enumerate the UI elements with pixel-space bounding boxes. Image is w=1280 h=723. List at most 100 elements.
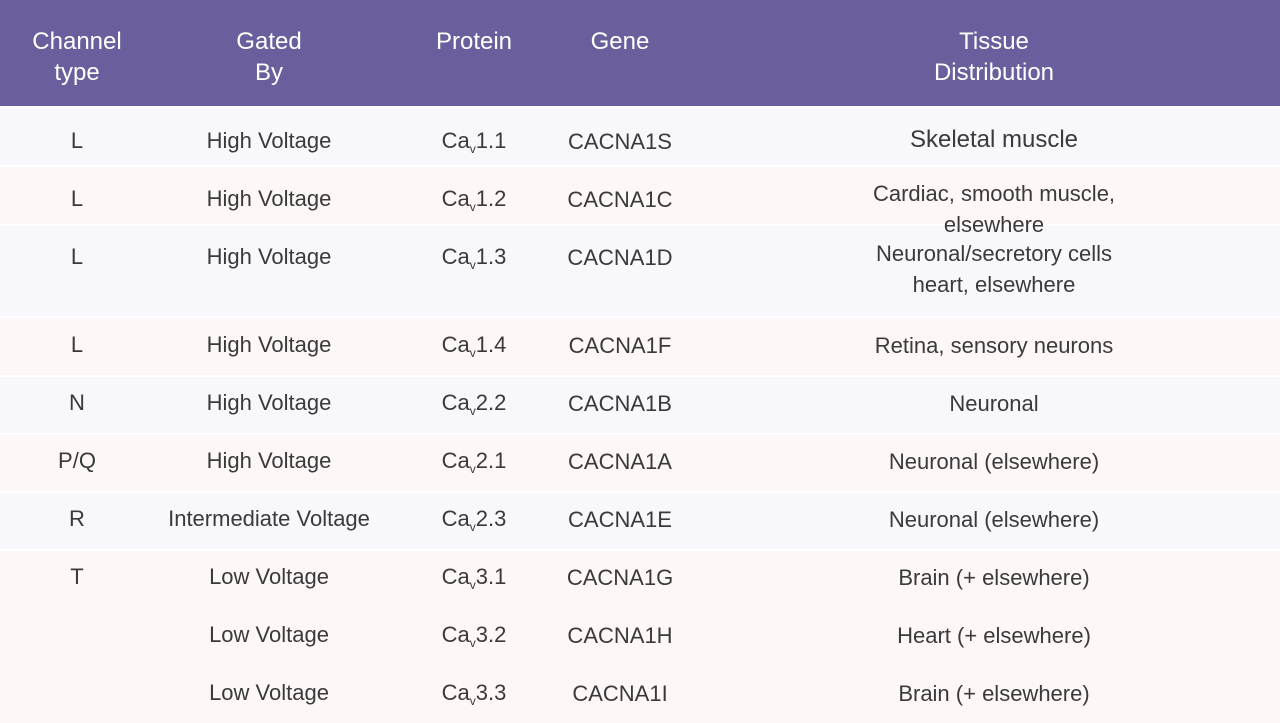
tissue-distribution: Brain (+ elsewhere)	[898, 565, 1090, 590]
gated-by: Low Voltage	[209, 622, 329, 647]
channel-type-cell: T	[70, 561, 83, 592]
gene: CACNA1S	[568, 129, 672, 154]
gene-cell: CACNA1I	[572, 678, 667, 709]
protein-number: 1.3	[475, 244, 507, 269]
gated-by-cell: Low Voltage	[209, 619, 329, 650]
header-channel-type: Channel type	[32, 28, 122, 86]
protein-number: 1.2	[475, 186, 507, 211]
protein-base: Ca	[441, 448, 470, 473]
gated-by: High Voltage	[206, 390, 332, 415]
header-gene: Gene	[590, 28, 650, 55]
gated-by-cell: High Voltage	[207, 445, 332, 476]
protein-cell: Cav1.4	[442, 329, 507, 360]
channel-type-cell: L	[71, 329, 83, 360]
tissue-cell: Neuronal (elsewhere)	[889, 504, 1099, 535]
channel-type: P/Q	[58, 448, 96, 473]
header-tissue: Tissue Distribution	[933, 28, 1055, 86]
gene: CACNA1I	[572, 681, 668, 706]
gated-by: High Voltage	[206, 332, 332, 357]
gene: CACNA1G	[566, 565, 674, 590]
gated-by: High Voltage	[206, 244, 332, 269]
protein-number: 1.1	[475, 128, 507, 153]
gated-by-cell: High Voltage	[207, 183, 332, 214]
gene-cell: CACNA1A	[568, 446, 672, 477]
protein-cell: Cav2.2	[442, 387, 507, 418]
gene-cell: CACNA1G	[567, 562, 673, 593]
channel-type-cell: L	[71, 125, 83, 156]
gated-by: High Voltage	[206, 128, 332, 153]
channel-type: L	[70, 128, 84, 153]
protein-number: 2.2	[475, 390, 507, 415]
tissue-cell: Cardiac, smooth muscle, elsewhere	[851, 178, 1137, 240]
tissue-distribution: Retina, sensory neurons	[874, 333, 1114, 358]
gene-cell: CACNA1D	[567, 242, 672, 273]
gene-cell: CACNA1E	[568, 504, 672, 535]
gated-by: High Voltage	[206, 448, 332, 473]
tissue-cell: Retina, sensory neurons	[875, 330, 1113, 361]
protein-cell: Cav3.3	[442, 677, 507, 708]
protein-number: 2.1	[475, 448, 507, 473]
gene: CACNA1H	[567, 623, 673, 648]
protein-number: 1.4	[475, 332, 507, 357]
gene: CACNA1A	[568, 449, 672, 474]
channel-type: L	[70, 186, 84, 211]
tissue-cell: Skeletal muscle	[910, 124, 1078, 155]
gene: CACNA1D	[567, 245, 673, 270]
gene-cell: CACNA1H	[567, 620, 672, 651]
tissue-cell: Neuronal/secretory cells heart, elsewher…	[876, 238, 1112, 300]
tissue-distribution: Neuronal (elsewhere)	[888, 449, 1100, 474]
gene-cell: CACNA1F	[569, 330, 672, 361]
protein-base: Ca	[441, 506, 470, 531]
gated-by: High Voltage	[206, 186, 332, 211]
protein-base: Ca	[441, 244, 470, 269]
tissue-cell: Neuronal	[949, 388, 1038, 419]
protein-number: 3.2	[475, 622, 507, 647]
protein-cell: Cav1.2	[442, 183, 507, 214]
channel-type: L	[70, 244, 84, 269]
channel-type: R	[69, 506, 85, 531]
gene: CACNA1E	[568, 507, 672, 532]
protein-cell: Cav3.1	[442, 561, 507, 592]
channel-type-cell: N	[69, 387, 85, 418]
gated-by: Low Voltage	[209, 564, 329, 589]
channel-type: N	[69, 390, 85, 415]
tissue-distribution: Neuronal	[949, 391, 1039, 416]
tissue-cell: Neuronal (elsewhere)	[889, 446, 1099, 477]
tissue-cell: Heart (+ elsewhere)	[897, 620, 1091, 651]
channel-type: T	[70, 564, 84, 589]
gene: CACNA1F	[568, 333, 672, 358]
protein-number: 2.3	[475, 506, 507, 531]
gated-by-cell: High Voltage	[207, 387, 332, 418]
tissue-cell: Brain (+ elsewhere)	[898, 562, 1089, 593]
channel-type-cell: R	[69, 503, 85, 534]
protein-base: Ca	[441, 332, 470, 357]
header-protein: Protein	[435, 28, 513, 55]
protein-base: Ca	[441, 128, 470, 153]
gated-by: Intermediate Voltage	[168, 506, 370, 531]
channel-type: L	[70, 332, 84, 357]
protein-base: Ca	[441, 564, 470, 589]
protein-cell: Cav2.3	[442, 503, 507, 534]
gene-cell: CACNA1C	[567, 184, 672, 215]
protein-base: Ca	[441, 680, 470, 705]
gene-cell: CACNA1B	[568, 388, 672, 419]
gated-by-cell: High Voltage	[207, 125, 332, 156]
tissue-distribution: Heart (+ elsewhere)	[897, 623, 1091, 648]
channel-type-cell: L	[71, 241, 83, 272]
channel-type-cell: L	[71, 183, 83, 214]
gated-by-cell: High Voltage	[207, 241, 332, 272]
gated-by-cell: Low Voltage	[209, 677, 329, 708]
tissue-distribution: Neuronal/secretory cells heart, elsewher…	[876, 241, 1112, 297]
protein-cell: Cav2.1	[442, 445, 507, 476]
protein-cell: Cav1.3	[442, 241, 507, 272]
gated-by: Low Voltage	[209, 680, 329, 705]
protein-cell: Cav1.1	[442, 125, 507, 156]
protein-number: 3.1	[475, 564, 507, 589]
gated-by-cell: Low Voltage	[209, 561, 329, 592]
protein-base: Ca	[441, 622, 470, 647]
tissue-distribution: Brain (+ elsewhere)	[898, 681, 1090, 706]
tissue-distribution: Cardiac, smooth muscle, elsewhere	[872, 181, 1116, 237]
protein-base: Ca	[441, 186, 470, 211]
table-header: Channel type Gated By Protein Gene Tissu…	[0, 0, 1280, 106]
gene: CACNA1C	[567, 187, 673, 212]
